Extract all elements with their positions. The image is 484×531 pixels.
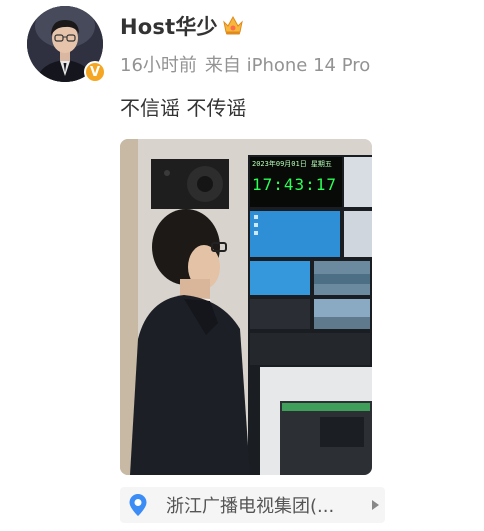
- location-label: 浙江广播电视集团(...: [166, 496, 335, 517]
- crown-icon: [223, 15, 243, 35]
- post-source: 来自 iPhone 14 Pro: [204, 55, 371, 76]
- location-tag[interactable]: 浙江广播电视集团(...: [120, 487, 385, 523]
- chevron-right-icon: [372, 500, 379, 510]
- location-pin-icon: [129, 494, 147, 516]
- post-time: 16小时前: [120, 55, 197, 76]
- clock-date: 2023年09月01日 星期五: [252, 160, 332, 168]
- verified-badge-icon: V: [84, 61, 106, 83]
- post-photo[interactable]: 2023年09月01日 星期五 17:43:17: [120, 139, 372, 475]
- post-text: 不信谣 不传谣: [120, 96, 247, 120]
- post-meta: 16小时前 来自 iPhone 14 Pro: [120, 51, 378, 77]
- username[interactable]: Host华少: [120, 11, 218, 41]
- clock-time: 17:43:17: [252, 175, 338, 194]
